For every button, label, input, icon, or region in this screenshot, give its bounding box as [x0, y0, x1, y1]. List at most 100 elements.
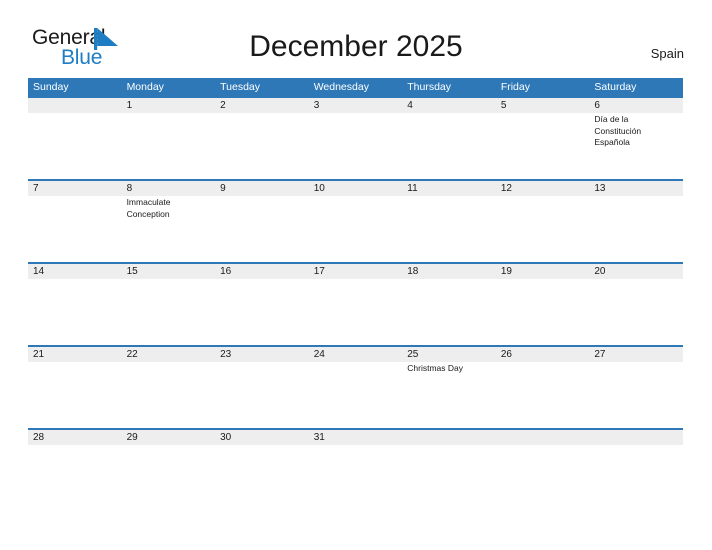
day-number[interactable]: 21	[28, 347, 122, 362]
day-events	[122, 113, 216, 179]
day-number[interactable]: 11	[402, 181, 496, 196]
event-text: Conception	[126, 208, 170, 219]
day-events: Immaculate Conception	[122, 196, 216, 262]
day-header-thursday: Thursday	[407, 81, 452, 93]
day-number[interactable]: 12	[496, 181, 590, 196]
day-events	[309, 445, 403, 485]
calendar-grid: Sunday Monday Tuesday Wednesday Thursday…	[28, 78, 683, 485]
day-header-friday: Friday	[500, 81, 530, 93]
day-of-week-header-row: Sunday Monday Tuesday Wednesday Thursday…	[28, 78, 683, 96]
week-row: 1 2 3 4 5 6 Día de la Constitución Españ…	[28, 96, 683, 179]
day-number[interactable]: 1	[122, 98, 216, 113]
day-number[interactable]: 25	[402, 347, 496, 362]
day-events	[28, 279, 122, 345]
day-number[interactable]: 8	[122, 181, 216, 196]
day-number[interactable]	[589, 430, 683, 445]
day-events	[122, 445, 216, 485]
day-number[interactable]: 5	[496, 98, 590, 113]
week-event-band: Christmas Day	[28, 362, 683, 428]
day-number[interactable]: 24	[309, 347, 403, 362]
day-events	[215, 445, 309, 485]
week-event-band	[28, 279, 683, 345]
day-events	[28, 196, 122, 262]
day-events	[402, 445, 496, 485]
day-number[interactable]: 13	[589, 181, 683, 196]
week-date-band: 7 8 9 10 11 12 13	[28, 181, 683, 196]
week-event-band: Día de la Constitución Española	[28, 113, 683, 179]
day-events	[402, 196, 496, 262]
day-events	[28, 362, 122, 428]
day-number[interactable]: 31	[309, 430, 403, 445]
day-number[interactable]: 30	[215, 430, 309, 445]
day-number[interactable]: 2	[215, 98, 309, 113]
day-events	[309, 196, 403, 262]
day-number[interactable]: 20	[589, 264, 683, 279]
country-label: Spain	[650, 46, 684, 61]
day-events	[309, 113, 403, 179]
day-number[interactable]: 27	[589, 347, 683, 362]
week-row: 28 29 30 31	[28, 428, 683, 485]
day-number[interactable]: 28	[28, 430, 122, 445]
day-number[interactable]: 7	[28, 181, 122, 196]
day-events	[122, 362, 216, 428]
day-number[interactable]: 19	[496, 264, 590, 279]
week-date-band: 14 15 16 17 18 19 20	[28, 264, 683, 279]
event-text: Immaculate	[126, 197, 171, 207]
week-date-band: 1 2 3 4 5 6	[28, 98, 683, 113]
event-text: Día de la	[594, 114, 629, 124]
day-number[interactable]: 9	[215, 181, 309, 196]
day-events	[215, 362, 309, 428]
day-number[interactable]: 3	[309, 98, 403, 113]
calendar-page: General Blue December 2025 Spain Sunday …	[0, 0, 712, 550]
day-events	[28, 113, 122, 179]
day-events	[589, 362, 683, 428]
day-events	[309, 362, 403, 428]
day-number[interactable]: 14	[28, 264, 122, 279]
day-number[interactable]: 15	[122, 264, 216, 279]
day-events	[496, 445, 590, 485]
day-events	[309, 279, 403, 345]
week-date-band: 21 22 23 24 25 26 27	[28, 347, 683, 362]
week-row: 21 22 23 24 25 26 27 Christmas Day	[28, 345, 683, 428]
day-number[interactable]: 22	[122, 347, 216, 362]
day-events	[496, 362, 590, 428]
day-header-wednesday: Wednesday	[313, 81, 369, 93]
day-events	[28, 445, 122, 485]
event-text: Constitución	[594, 125, 642, 136]
page-title: December 2025	[249, 30, 463, 63]
day-events	[402, 113, 496, 179]
day-events	[496, 196, 590, 262]
day-events	[589, 445, 683, 485]
week-row: 7 8 9 10 11 12 13 Immaculate Conception	[28, 179, 683, 262]
day-events	[589, 196, 683, 262]
day-number[interactable]: 6	[589, 98, 683, 113]
day-number[interactable]	[402, 430, 496, 445]
day-events	[496, 279, 590, 345]
event-text: Española	[594, 137, 630, 147]
day-number[interactable]	[496, 430, 590, 445]
event-text: Christmas Day	[407, 363, 463, 373]
week-row: 14 15 16 17 18 19 20	[28, 262, 683, 345]
day-number[interactable]: 29	[122, 430, 216, 445]
week-event-band: Immaculate Conception	[28, 196, 683, 262]
day-number[interactable]: 26	[496, 347, 590, 362]
day-events	[122, 279, 216, 345]
day-number[interactable]: 10	[309, 181, 403, 196]
day-number[interactable]: 18	[402, 264, 496, 279]
day-events: Día de la Constitución Española	[589, 113, 683, 179]
day-events	[496, 113, 590, 179]
day-number[interactable]: 23	[215, 347, 309, 362]
day-number[interactable]	[28, 98, 122, 113]
week-date-band: 28 29 30 31	[28, 430, 683, 445]
day-number[interactable]: 16	[215, 264, 309, 279]
page-header: General Blue December 2025 Spain	[0, 0, 712, 78]
week-event-band	[28, 445, 683, 485]
day-header-monday: Monday	[126, 81, 164, 93]
day-number[interactable]: 4	[402, 98, 496, 113]
day-events	[215, 113, 309, 179]
day-number[interactable]: 17	[309, 264, 403, 279]
day-events	[402, 279, 496, 345]
day-events	[589, 279, 683, 345]
day-header-saturday: Saturday	[594, 81, 637, 93]
day-header-sunday: Sunday	[33, 81, 69, 93]
